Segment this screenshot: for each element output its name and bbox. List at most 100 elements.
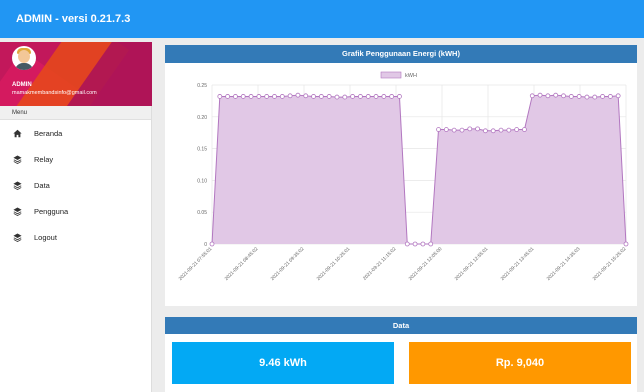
- energy-chart: 0 0.05 0.10 0.15 0.20 0.25 2021-09-21 07:55:01…: [178, 71, 629, 282]
- x-tick-label: 2021-09-21 08:45:02: [224, 246, 260, 282]
- layers-icon: [12, 232, 22, 242]
- chart-panel-header: Grafik Penggunaan Energi (kWH): [165, 45, 637, 63]
- data-point: [451, 127, 457, 133]
- chart-panel: 0 0.05 0.10 0.15 0.20 0.25 2021-09-21 07:55:01…: [165, 63, 637, 306]
- data-point: [334, 94, 340, 100]
- legend-swatch: [380, 71, 402, 79]
- data-point: [272, 94, 277, 99]
- sidebar-item-logout[interactable]: Logout: [0, 224, 151, 250]
- x-tick-label: 2021-09-21 11:15:02: [362, 246, 398, 282]
- layers-icon: [12, 154, 22, 164]
- sidebar-item-relay[interactable]: Relay: [0, 146, 151, 172]
- y-tick-label: 0.10: [197, 178, 207, 184]
- layers-icon: [12, 180, 22, 190]
- data-point: [381, 94, 387, 99]
- data-point: [311, 94, 316, 99]
- data-point: [209, 241, 215, 247]
- sidebar-item-label: Beranda: [34, 128, 63, 138]
- data-point: [615, 93, 621, 99]
- data-point: [225, 94, 231, 99]
- data-point: [600, 94, 605, 99]
- y-tick-label: 0.25: [197, 83, 207, 89]
- data-point: [233, 94, 238, 99]
- data-point: [498, 127, 504, 133]
- sidebar: ADMIN mamakmembandsinfo@gmail.com Menu B…: [0, 42, 152, 392]
- data-point: [420, 241, 426, 247]
- sidebar-item-beranda[interactable]: Beranda: [0, 120, 151, 146]
- profile-name: ADMIN: [12, 82, 32, 88]
- data-point: [256, 94, 262, 99]
- cost-total-card: Rp. 9,040: [409, 342, 631, 384]
- data-point: [584, 94, 590, 100]
- avatar[interactable]: [12, 46, 36, 70]
- profile-banner: ADMIN mamakmembandsinfo@gmail.com: [0, 42, 152, 106]
- data-point: [240, 94, 246, 99]
- data-point: [490, 128, 496, 134]
- y-tick-label: 0.15: [197, 147, 207, 153]
- data-panel-header: Data: [165, 317, 637, 335]
- data-point: [623, 241, 629, 247]
- x-tick-label: 2021-09-21 12:55:01: [454, 246, 490, 282]
- sidebar-item-pengguna[interactable]: Pengguna: [0, 198, 151, 224]
- app-title: ADMIN - versi 0.21.7.3: [16, 13, 131, 25]
- sidebar-item-label: Data: [34, 180, 50, 190]
- data-point: [576, 94, 582, 99]
- data-point: [514, 127, 520, 132]
- cost-total-value: Rp. 9,040: [495, 357, 545, 369]
- data-point: [428, 241, 434, 247]
- data-point: [475, 126, 480, 132]
- data-point: [279, 94, 285, 99]
- sidebar-item-label: Logout: [34, 232, 57, 242]
- y-tick-label: 0.05: [197, 210, 207, 216]
- data-point: [561, 93, 566, 99]
- x-tick-label: 2021-09-21 13:45:01: [500, 246, 536, 282]
- x-tick-label: 2021-09-21 12:05:00: [408, 246, 444, 282]
- data-point: [264, 94, 270, 99]
- x-tick-label: 2021-09-21 10:25:01: [316, 246, 352, 282]
- data-point: [303, 93, 309, 99]
- data-point: [443, 127, 449, 132]
- data-point: [592, 94, 598, 100]
- data-point: [404, 241, 410, 247]
- data-point: [217, 94, 223, 99]
- legend-label: kWH: [405, 73, 417, 79]
- data-point: [365, 94, 371, 99]
- data-point: [412, 241, 418, 247]
- data-point: [350, 94, 356, 99]
- data-point: [522, 127, 527, 132]
- series-area: [212, 95, 626, 244]
- data-point: [358, 94, 363, 99]
- top-app-bar: ADMIN - versi 0.21.7.3: [0, 0, 644, 38]
- data-point: [389, 94, 395, 99]
- sidebar-item-label: Pengguna: [34, 206, 69, 216]
- sidebar-item-data[interactable]: Data: [0, 172, 151, 198]
- x-tick-label: 2021-09-21 07:55:01: [178, 246, 214, 282]
- data-point: [287, 93, 293, 99]
- data-point: [553, 92, 559, 98]
- layers-icon: [12, 206, 22, 216]
- x-tick-label: 2021-09-21 15:25:02: [592, 246, 628, 282]
- data-point: [467, 126, 473, 132]
- data-point: [436, 127, 441, 132]
- x-tick-label: 2021-09-21 09:35:02: [270, 246, 306, 282]
- data-point: [607, 94, 613, 99]
- energy-total-card: 9.46 kWh: [172, 342, 394, 384]
- y-tick-label: 0: [204, 242, 207, 248]
- sidebar-item-label: Relay: [34, 154, 54, 164]
- data-point: [482, 128, 488, 134]
- data-point: [545, 93, 551, 99]
- profile-email: mamakmembandsinfo@gmail.com: [12, 90, 97, 96]
- energy-total-value: 9.46 kWh: [259, 357, 307, 369]
- data-point: [326, 94, 332, 99]
- data-point: [568, 94, 574, 99]
- home-icon: [12, 128, 22, 138]
- data-point: [373, 94, 379, 99]
- data-point: [318, 94, 324, 99]
- data-point: [537, 92, 543, 98]
- data-point: [342, 94, 348, 100]
- data-point: [295, 92, 301, 98]
- data-point: [529, 93, 535, 99]
- data-point: [248, 94, 254, 99]
- data-point: [506, 127, 512, 133]
- y-tick-label: 0.20: [197, 115, 207, 121]
